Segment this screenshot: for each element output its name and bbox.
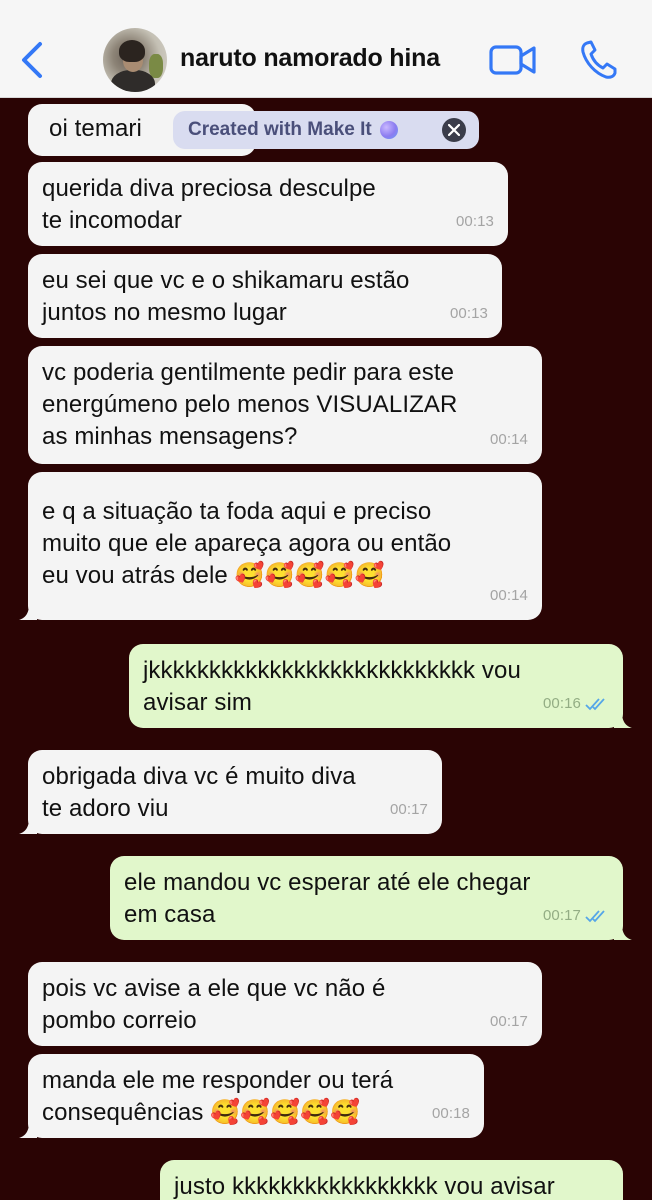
message-bubble-incoming[interactable]: manda ele me responder ou terá consequên… — [19, 1054, 484, 1138]
message-bubble-outgoing[interactable]: ele mandou vc esperar até ele chegar em … — [110, 856, 632, 940]
message-list[interactable]: oi temari querida diva preciosa desculpe… — [0, 98, 652, 1200]
message-meta: 00:16 — [543, 688, 609, 720]
video-call-button[interactable] — [488, 40, 538, 80]
message-time: 00:17 — [389, 801, 428, 818]
phone-icon — [581, 40, 617, 79]
message-text: obrigada diva vc é muito diva te adoro v… — [42, 763, 356, 822]
message-bubble-incoming[interactable]: obrigada diva vc é muito diva te adoro v… — [19, 750, 442, 834]
message-meta: 00:17 — [543, 900, 609, 932]
message-text: justo kkkkkkkkkkkkkkkkk vou avisar — [174, 1173, 555, 1200]
message-text: manda ele me responder ou terá consequên… — [42, 1067, 394, 1126]
contact-avatar[interactable] — [103, 28, 167, 92]
message-text: eu sei que vc e o shikamaru estão juntos… — [42, 267, 410, 326]
message-time: 00:13 — [455, 213, 494, 230]
avatar-hair — [119, 40, 145, 62]
message-text: ele mandou vc esperar até ele chegar em … — [124, 869, 531, 928]
back-button[interactable] — [14, 38, 50, 82]
read-receipt-icon — [585, 698, 605, 711]
sparkle-orb-icon — [379, 121, 398, 139]
make-it-watermark: Created with Make It — [173, 111, 479, 149]
message-bubble-incoming[interactable]: vc poderia gentilmente pedir para este e… — [28, 346, 542, 464]
bubble-tail — [19, 604, 37, 620]
message-text: e q a situação ta foda aqui e preciso mu… — [42, 498, 452, 589]
bubble-tail — [19, 1122, 37, 1138]
chat-header: naruto namorado hina — [0, 0, 652, 98]
close-icon[interactable] — [442, 118, 466, 142]
message-bubble-outgoing[interactable]: jkkkkkkkkkkkkkkkkkkkkkkkkkkk vou avisar … — [129, 644, 632, 728]
contact-name[interactable]: naruto namorado hina — [180, 44, 440, 73]
avatar-plant — [149, 54, 163, 78]
message-time: 00:16 — [542, 695, 581, 712]
bubble-tail — [614, 712, 632, 728]
avatar-body — [111, 70, 155, 92]
message-meta: 00:18 — [432, 1098, 470, 1130]
message-meta: 00:13 — [456, 206, 494, 238]
message-meta: 00:14 — [490, 580, 528, 612]
read-receipt-icon — [585, 910, 605, 923]
message-bubble-incoming[interactable]: e q a situação ta foda aqui e preciso mu… — [19, 472, 542, 620]
message-meta: 00:14 — [490, 424, 528, 456]
message-bubble-incoming[interactable]: pois vc avise a ele que vc não é pombo c… — [28, 962, 542, 1046]
message-text: querida diva preciosa desculpe te incomo… — [42, 175, 376, 234]
message-text: jkkkkkkkkkkkkkkkkkkkkkkkkkkk vou avisar … — [143, 657, 521, 716]
message-time: 00:13 — [449, 305, 488, 322]
message-text: vc poderia gentilmente pedir para este e… — [42, 359, 458, 450]
message-time: 00:17 — [489, 1013, 528, 1030]
voice-call-button[interactable] — [578, 38, 618, 82]
watermark-label: Created with Make It — [188, 119, 372, 140]
bubble-tail — [19, 818, 37, 834]
chevron-left-icon — [22, 42, 42, 78]
bubble-tail — [614, 924, 632, 940]
message-time: 00:18 — [431, 1105, 470, 1122]
message-text: pois vc avise a ele que vc não é pombo c… — [42, 975, 386, 1034]
message-meta: 00:17 — [390, 794, 428, 826]
message-time: 00:14 — [489, 431, 528, 448]
message-bubble-incoming[interactable]: querida diva preciosa desculpe te incomo… — [28, 162, 508, 246]
message-meta: 00:13 — [450, 298, 488, 330]
message-bubble-incoming[interactable]: eu sei que vc e o shikamaru estão juntos… — [28, 254, 502, 338]
message-time: 00:17 — [542, 907, 581, 924]
video-camera-icon — [489, 45, 536, 75]
message-meta: 00:17 — [490, 1006, 528, 1038]
message-bubble-outgoing[interactable]: justo kkkkkkkkkkkkkkkkk vou avisar — [160, 1160, 623, 1200]
message-time: 00:14 — [489, 587, 528, 604]
